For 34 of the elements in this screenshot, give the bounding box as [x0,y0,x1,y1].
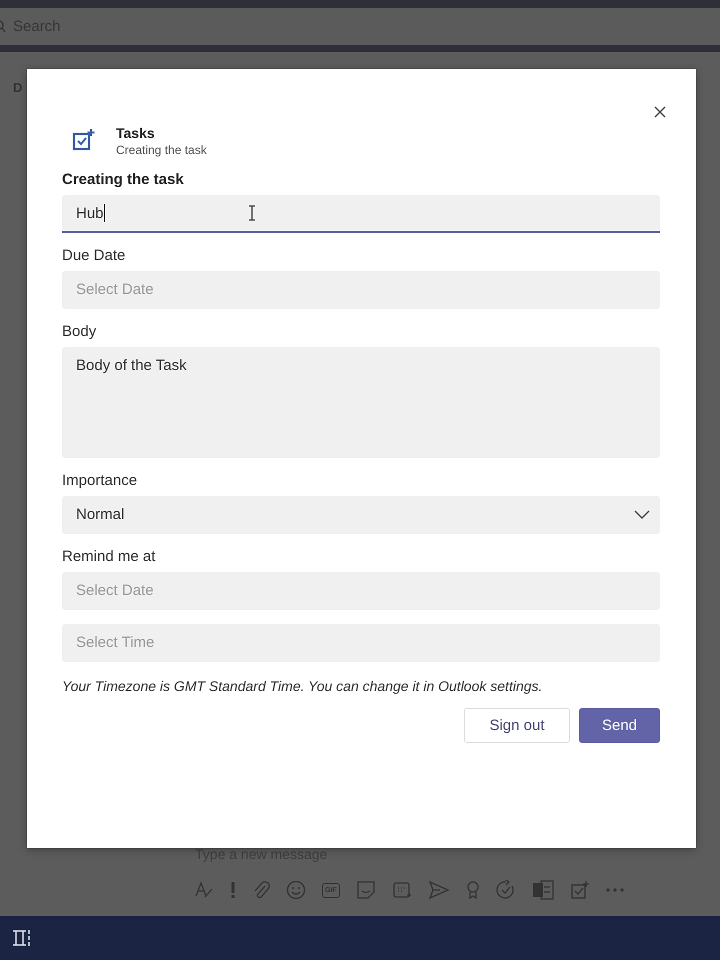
field-label: Creating the task [62,171,185,189]
refresh-check-icon[interactable] [496,880,516,900]
emoji-icon[interactable] [286,880,306,900]
text-area[interactable]: Body of the Task [62,347,660,458]
forms-icon[interactable] [532,880,554,900]
app-title: Tasks [116,125,156,141]
date-field[interactable]: Select Date [62,572,660,610]
format-icon[interactable] [194,880,214,900]
text-cursor-icon [248,205,256,221]
medal-icon[interactable] [466,880,480,900]
sign-out-button[interactable]: Sign out [464,708,570,743]
time-field[interactable]: Select Time [62,624,660,662]
chevron-down-icon [634,510,650,518]
field-label: Importance [62,472,138,490]
dropdown[interactable]: Normal [62,496,660,534]
paperclip-icon[interactable] [252,880,270,900]
task-check-icon [72,128,96,152]
input-field[interactable]: Hub [62,195,660,233]
field-label: Due Date [62,247,126,265]
date-field[interactable]: Select Date [62,271,660,309]
field-label: Body [62,323,98,341]
send-icon[interactable] [428,880,450,900]
close-button[interactable] [653,105,667,119]
calendar-icon[interactable] [392,880,412,900]
timezone-note: Your Timezone is GMT Standard Time. You can change it in Outlook settings. [62,678,544,694]
field-label: Remind me at [62,548,156,566]
sticker-icon[interactable] [356,880,376,900]
search-icon [0,20,7,34]
more-icon[interactable] [606,888,624,892]
send-button[interactable]: Send [579,708,660,743]
exclamation-icon[interactable] [230,881,236,899]
taskview-icon[interactable] [12,929,32,947]
task-check-icon[interactable] [570,880,590,900]
app-subtitle: Creating the task [116,143,207,157]
